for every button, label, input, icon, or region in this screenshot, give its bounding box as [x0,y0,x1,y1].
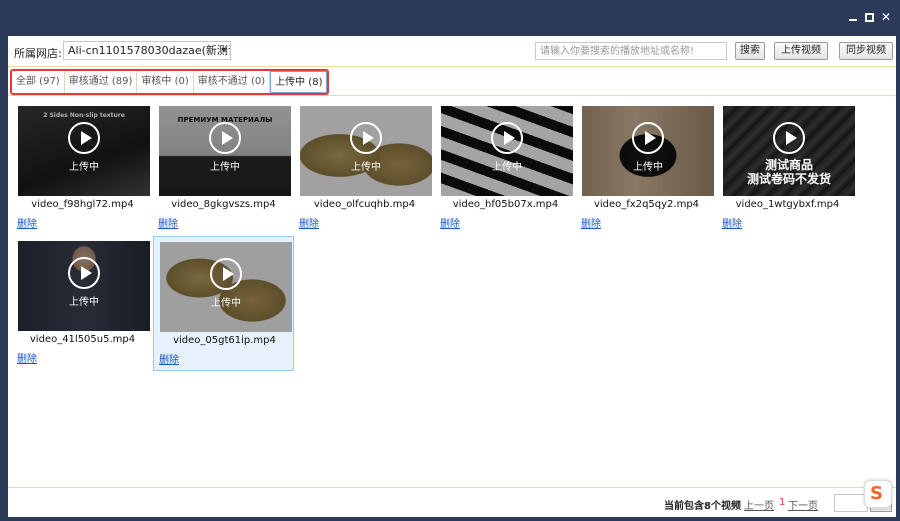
video-card[interactable]: 2 Sides Non-slip texture 上传中 video_f98hg… [12,101,153,236]
video-card[interactable]: 测试商品 测试卷码不发货 video_1wtgybxf.mp4 删除 [717,101,858,236]
pagination-bar: 当前包含8个视频 上一页 1 下一页 [8,487,896,517]
ime-floating-icon[interactable]: S [864,480,892,508]
video-filename: video_fx2q5qy2.mp4 [593,199,700,210]
sync-video-button[interactable]: 同步视频 [839,42,893,60]
app-window: ✕ 所属网店: Ali-cn1101578030dazae(新测试 搜索 上传视… [0,0,900,521]
thumbnail-caption: 测试商品 测试卷码不发货 [746,158,831,186]
video-thumbnail[interactable]: 上传中 [300,106,432,196]
tab-approved[interactable]: 审核通过 (89) [64,71,138,93]
close-icon[interactable]: ✕ [880,11,892,23]
upload-status: 上传中 [210,162,240,173]
play-icon[interactable] [773,122,805,154]
delete-link[interactable]: 删除 [158,215,178,230]
video-filename: video_hf05b07x.mp4 [452,199,559,210]
video-card[interactable]: 上传中 video_olfcuqhb.mp4 删除 [294,101,435,236]
delete-link[interactable]: 删除 [17,215,37,230]
delete-link[interactable]: 删除 [299,215,319,230]
store-select-value: Ali-cn1101578030dazae(新测试 [68,44,231,57]
video-filename: video_1wtgybxf.mp4 [735,199,840,210]
video-filename: video_olfcuqhb.mp4 [313,199,416,210]
toolbar: 所属网店: Ali-cn1101578030dazae(新测试 搜索 上传视频 … [8,36,896,66]
next-page-link[interactable]: 下一页 [788,497,818,512]
delete-link[interactable]: 删除 [159,351,179,366]
upload-status: 上传中 [351,162,381,173]
upload-video-button[interactable]: 上传视频 [774,42,828,60]
play-icon[interactable] [491,122,523,154]
play-icon[interactable] [209,122,241,154]
delete-link[interactable]: 删除 [581,215,601,230]
upload-status: 上传中 [633,162,663,173]
search-button[interactable]: 搜索 [735,42,765,60]
play-icon[interactable] [632,122,664,154]
video-card[interactable]: 上传中 video_05gt61ip.mp4 删除 [153,236,294,371]
play-icon[interactable] [350,122,382,154]
filter-tab-bar: 全部 (97) 审核通过 (89) 审核中 (0) 审核不通过 (0) 上传中 … [8,66,896,96]
delete-link[interactable]: 删除 [722,215,742,230]
video-grid: 2 Sides Non-slip texture 上传中 video_f98hg… [8,97,896,485]
window-controls: ✕ [847,11,892,23]
upload-status: 上传中 [69,162,99,173]
store-select[interactable]: Ali-cn1101578030dazae(新测试 [63,41,231,60]
video-thumbnail[interactable]: 上传中 [441,106,573,196]
video-filename: video_8gkgvszs.mp4 [171,199,276,210]
video-count: 当前包含8个视频 [664,501,741,512]
video-thumbnail[interactable]: 2 Sides Non-slip texture 上传中 [18,106,150,196]
upload-status: 上传中 [211,298,241,309]
current-page: 1 [779,497,786,508]
video-thumbnail[interactable]: 上传中 [582,106,714,196]
video-filename: video_41l505u5.mp4 [29,334,136,345]
video-thumbnail[interactable]: ПРЕМИУМ МАТЕРИАЛЫ 上传中 [159,106,291,196]
video-filename: video_05gt61ip.mp4 [173,335,276,346]
delete-link[interactable]: 删除 [17,350,37,365]
sogou-logo-icon: S [870,483,883,504]
search-input[interactable] [535,42,727,60]
video-card[interactable]: 上传中 video_fx2q5qy2.mp4 删除 [576,101,717,236]
video-card[interactable]: ПРЕМИУМ МАТЕРИАЛЫ 上传中 video_8gkgvszs.mp4… [153,101,294,236]
tab-reviewing[interactable]: 审核中 (0) [137,71,194,93]
page-jump-input[interactable] [834,494,868,512]
tab-uploading[interactable]: 上传中 (8) [270,71,328,93]
chevron-down-icon [221,48,227,52]
video-card[interactable]: 上传中 video_hf05b07x.mp4 删除 [435,101,576,236]
minimize-icon[interactable] [847,11,859,23]
video-filename: video_f98hgl72.mp4 [31,199,134,210]
tab-rejected[interactable]: 审核不通过 (0) [193,71,271,93]
tab-all[interactable]: 全部 (97) [12,71,65,93]
prev-page-link[interactable]: 上一页 [744,497,774,512]
upload-status: 上传中 [492,162,522,173]
store-label: 所属网店: [14,47,62,60]
play-icon[interactable] [210,258,242,290]
video-thumbnail[interactable]: 上传中 [18,241,150,331]
play-icon[interactable] [68,257,100,289]
filter-tabs: 全部 (97) 审核通过 (89) 审核中 (0) 审核不通过 (0) 上传中 … [10,69,330,95]
maximize-icon[interactable] [865,13,874,22]
video-card[interactable]: 上传中 video_41l505u5.mp4 删除 [12,236,153,371]
video-thumbnail[interactable]: 上传中 [160,242,292,332]
main-panel: 所属网店: Ali-cn1101578030dazae(新测试 搜索 上传视频 … [8,36,896,517]
delete-link[interactable]: 删除 [440,215,460,230]
play-icon[interactable] [68,122,100,154]
upload-status: 上传中 [69,297,99,308]
video-thumbnail[interactable]: 测试商品 测试卷码不发货 [723,106,855,196]
title-bar[interactable]: ✕ [0,0,900,36]
